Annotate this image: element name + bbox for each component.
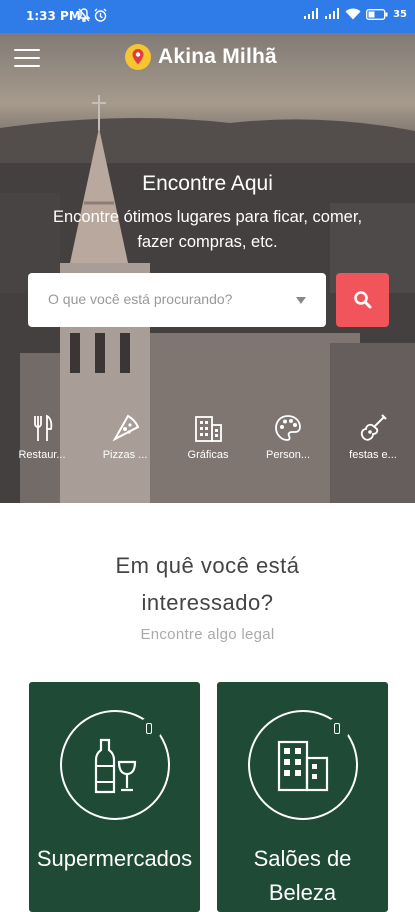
buildings-icon (277, 740, 329, 792)
status-system-icons: 35 (303, 8, 407, 20)
map-pin-logo-icon (125, 44, 151, 70)
status-notification-icons (78, 8, 107, 22)
card-saloes-de-beleza[interactable]: Salões de Beleza (217, 682, 388, 912)
app-logo: Akina Milhã (124, 43, 277, 71)
category-restaurants[interactable]: Restaur... (7, 413, 77, 461)
guitar-icon (360, 414, 387, 441)
battery-icon (366, 8, 388, 20)
category-pizzas[interactable]: Pizzas ... (90, 413, 160, 461)
hero-title: Encontre Aqui (142, 172, 273, 195)
status-time: 1:33 PM (26, 9, 81, 23)
wifi-icon (345, 8, 361, 20)
card-badge (325, 718, 349, 742)
section-subtitle: Encontre algo legal (140, 626, 275, 643)
search-input[interactable]: O que você está procurando? (28, 273, 326, 327)
fork-knife-icon (34, 414, 53, 441)
signal-icon (304, 8, 319, 19)
category-graficas[interactable]: Gráficas (173, 413, 243, 461)
hero-subtitle: Encontre ótimos lugares para ficar, come… (52, 208, 363, 251)
building-icon (195, 416, 222, 442)
card-title: Supermercados (36, 846, 193, 871)
top-app-bar: Akina Milhã (0, 33, 415, 81)
card-badge (137, 718, 161, 742)
menu-icon[interactable] (14, 49, 40, 67)
category-label: Gráficas (187, 449, 229, 461)
wine-bottle-glass-icon (94, 738, 137, 794)
mute-icon (78, 8, 90, 22)
category-festas[interactable]: festas e... (338, 413, 408, 461)
pizza-icon (112, 414, 140, 442)
category-label: Pizzas ... (102, 449, 148, 461)
section-title: Em quê você está interessado? (115, 553, 300, 615)
status-bar: 1:33 PM 35 (0, 0, 415, 33)
alarm-icon (94, 8, 107, 22)
card-supermercados[interactable]: Supermercados (29, 682, 200, 912)
category-label: festas e... (349, 449, 397, 461)
signal-icon-2 (325, 8, 340, 19)
battery-level: 35 (393, 8, 407, 20)
search-placeholder: O que você está procurando? (48, 291, 233, 307)
app-name: Akina Milhã (158, 45, 277, 68)
category-label: Person... (265, 449, 311, 461)
category-personalizados[interactable]: Person... (253, 413, 323, 461)
hero-banner: Akina Milhã Encontre Aqui Encontre ótimo… (0, 33, 415, 503)
category-shortcuts: Restaur... Pizzas ... Gráficas Person...… (0, 413, 415, 473)
search-button[interactable] (336, 273, 389, 327)
palette-icon (275, 415, 301, 441)
chevron-down-icon[interactable] (296, 297, 306, 304)
category-label: Restaur... (18, 449, 66, 461)
search-icon (354, 291, 372, 309)
